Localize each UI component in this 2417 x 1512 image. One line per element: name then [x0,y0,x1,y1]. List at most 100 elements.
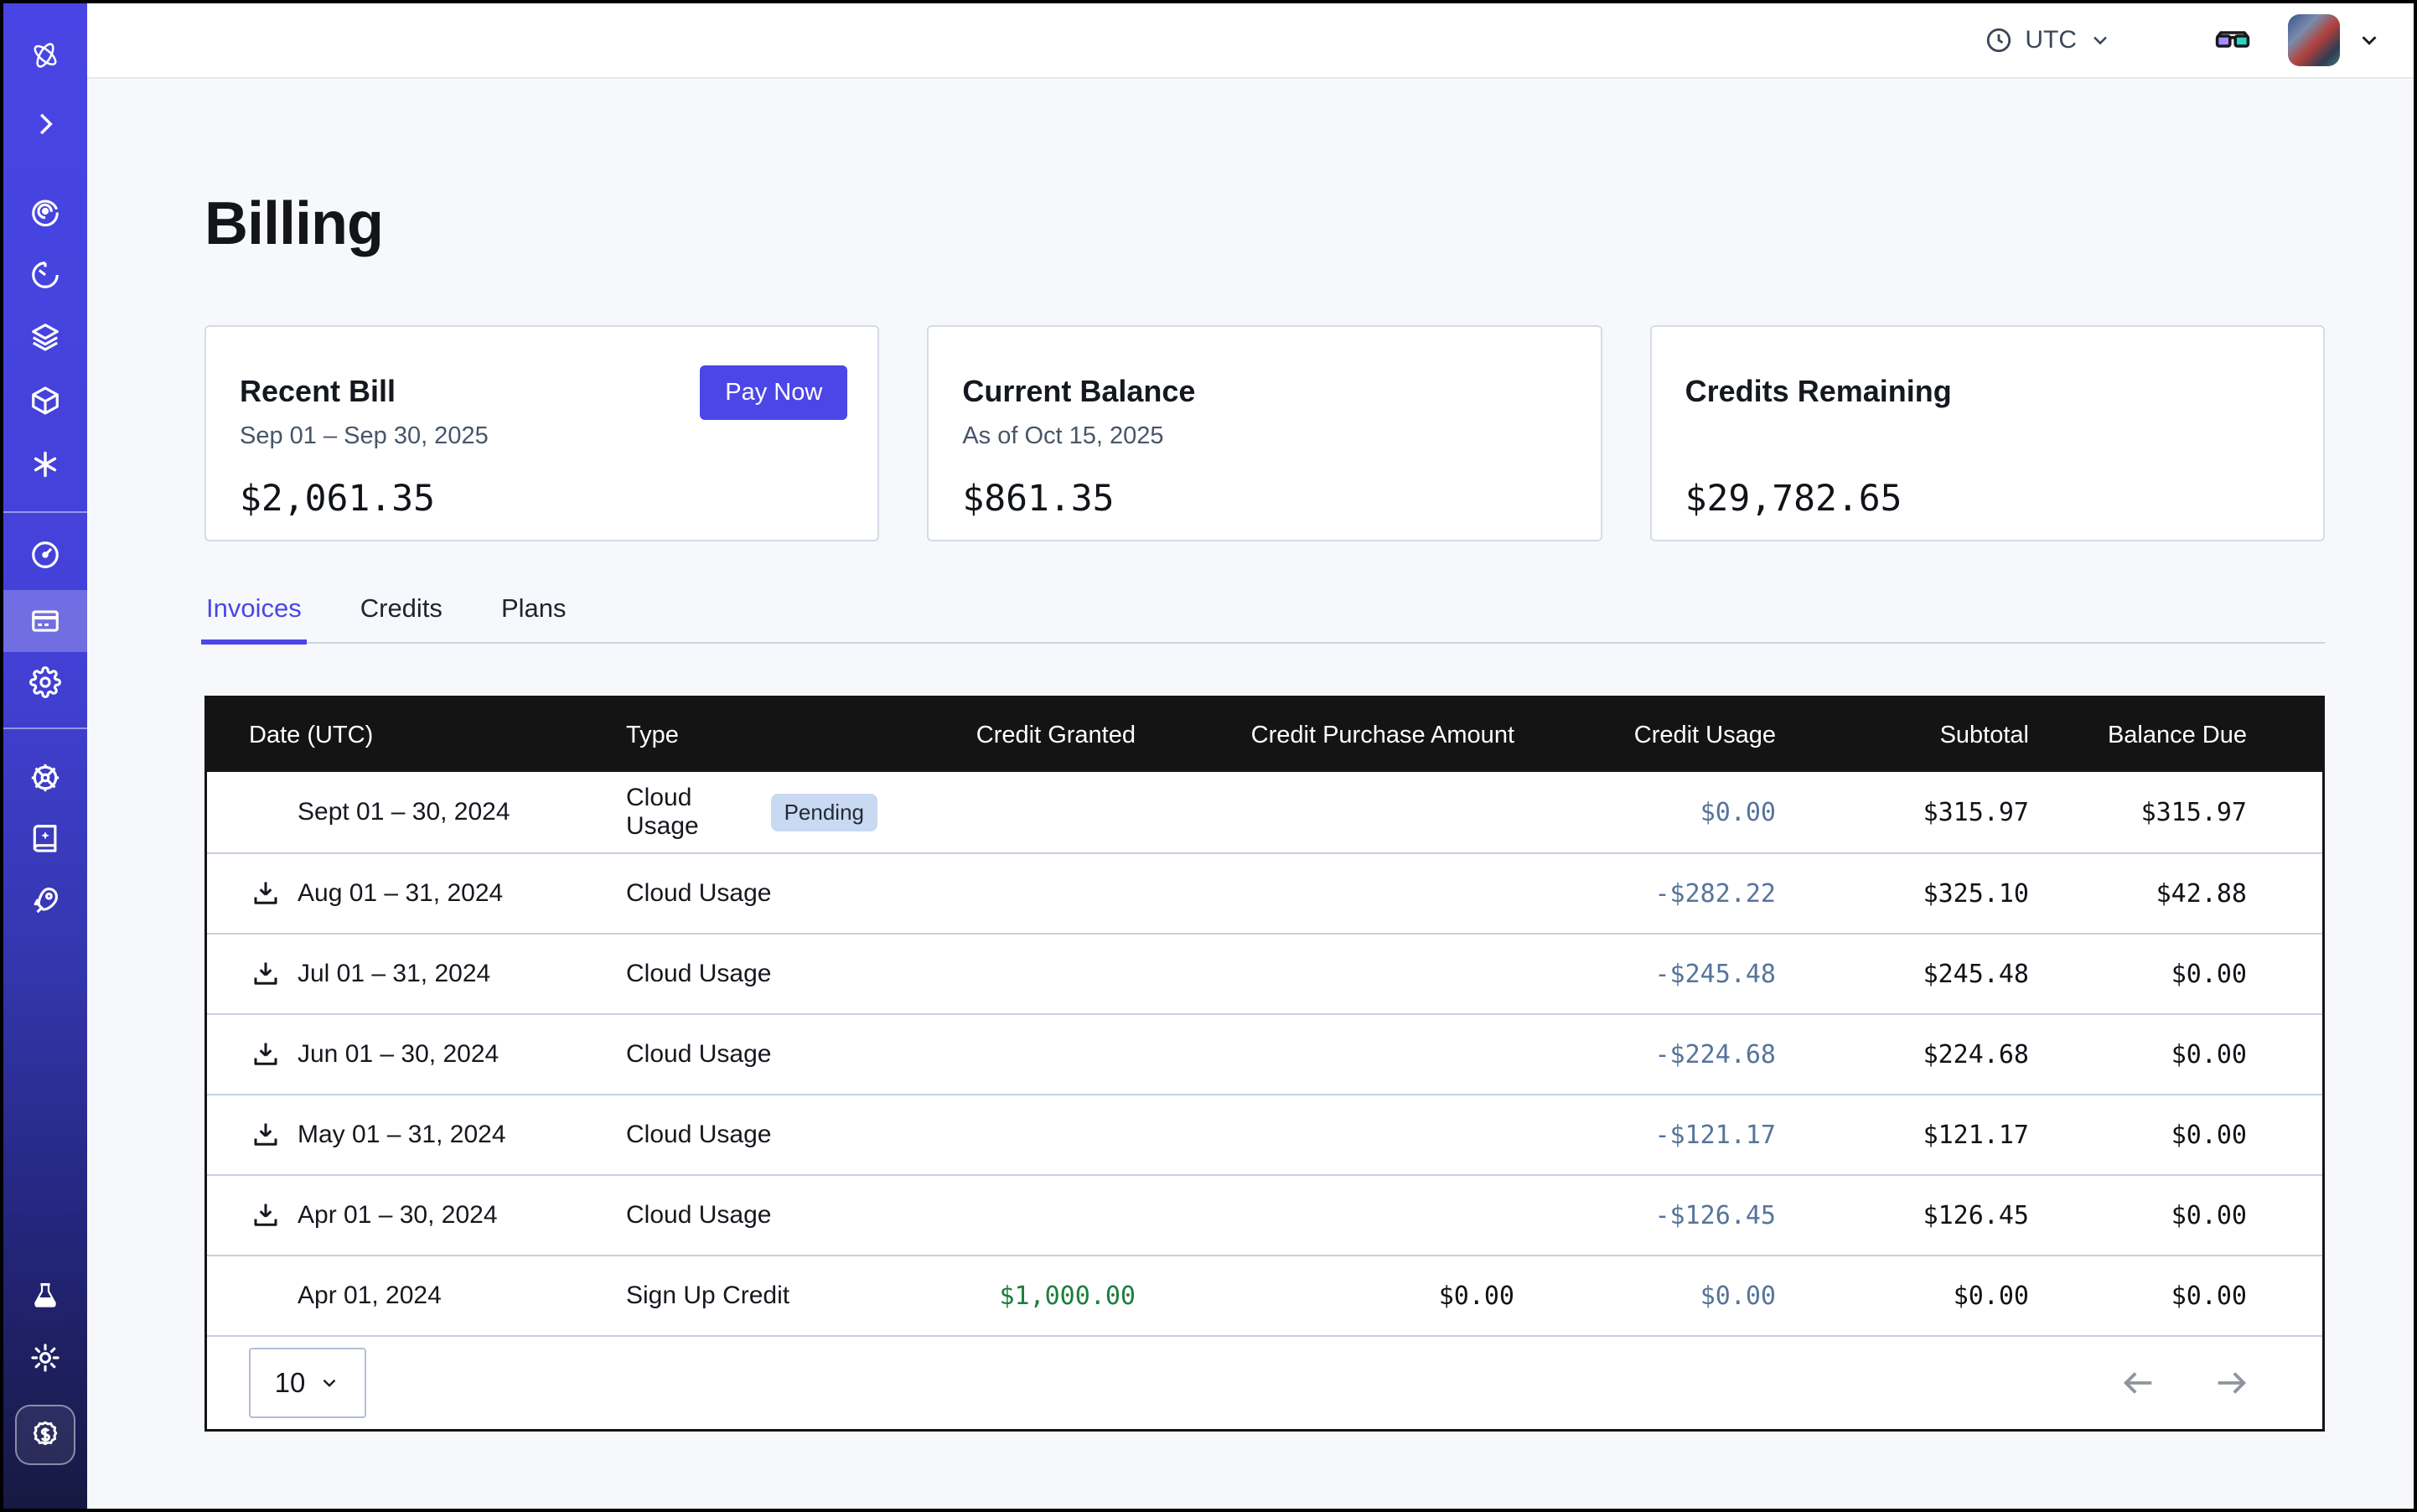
tab-plans[interactable]: Plans [499,593,568,642]
status-badge: Pending [771,794,877,831]
subtotal-value: $224.68 [1776,1040,2029,1069]
table-row: Apr 01 – 30, 2024 Cloud Usage -$126.45 $… [207,1174,2322,1255]
chevron-down-icon [2088,28,2112,52]
sidebar-item-docs-book-icon[interactable] [27,820,64,857]
invoice-type: Sign Up Credit [626,1282,789,1310]
sidebar-item-asterisk-icon[interactable] [27,446,64,483]
credit-usage-value: $0.00 [1514,798,1776,827]
col-subtotal: Subtotal [1776,722,2029,749]
credit-usage-value: -$224.68 [1514,1040,1776,1069]
sidebar-item-timer-icon[interactable] [27,256,64,293]
invoice-period: May 01 – 31, 2024 [298,1121,506,1149]
balance-due-value: $315.97 [2029,798,2247,827]
sidebar-expand-chevron-icon[interactable] [27,106,64,142]
invoice-period: Aug 01 – 31, 2024 [298,879,503,908]
balance-due-value: $0.00 [2029,1121,2247,1150]
page-size-select[interactable]: 10 [249,1348,366,1418]
chevron-down-icon [318,1372,340,1394]
card-subtitle: Sep 01 – Sep 30, 2025 [240,422,844,456]
timezone-selector[interactable]: UTC [1985,26,2112,54]
sidebar-item-rocket-icon[interactable] [27,882,64,919]
summary-cards: Recent Bill Sep 01 – Sep 30, 2025 $2,061… [204,325,2325,541]
download-invoice-icon[interactable] [249,957,282,991]
credits-remaining-amount: $29,782.65 [1685,478,2290,520]
sidebar-item-cube-icon[interactable] [27,382,64,419]
previous-page-arrow-icon[interactable] [2119,1364,2158,1402]
sidebar-item-observe-icon[interactable] [27,193,64,230]
tab-invoices[interactable]: Invoices [204,593,303,642]
account-menu-chevron-icon[interactable] [2357,28,2382,53]
card-subtitle [1685,422,2290,456]
card-title: Credits Remaining [1685,374,2290,409]
invoice-type: Cloud Usage [626,1040,771,1069]
col-credit-purchase-amount: Credit Purchase Amount [1136,722,1514,749]
table-footer: 10 [207,1335,2322,1429]
sidebar-item-layers-icon[interactable] [27,318,64,355]
clock-icon [1985,26,2013,54]
download-invoice-icon[interactable] [249,877,282,910]
topbar: UTC [87,3,2414,79]
balance-due-value: $0.00 [2029,1201,2247,1230]
balance-due-value: $0.00 [2029,1040,2247,1069]
app-window: UTC Billing Recent Bill Sep 01 – Sep 30,… [0,0,2417,1512]
page-size-value: 10 [275,1367,306,1399]
sidebar-item-usage-gauge-icon[interactable] [27,536,64,573]
3d-glasses-icon[interactable] [2213,20,2253,60]
subtotal-value: $315.97 [1776,798,2029,827]
download-invoice-icon[interactable] [249,1118,282,1152]
sidebar-item-settings-gear-icon[interactable] [27,664,64,701]
credit-usage-value: -$245.48 [1514,960,1776,989]
credit-usage-value: -$126.45 [1514,1201,1776,1230]
col-credit-usage: Credit Usage [1514,722,1776,749]
invoice-period: Jun 01 – 30, 2024 [298,1040,499,1069]
timezone-label: UTC [2025,26,2077,54]
card-subtitle: As of Oct 15, 2025 [962,422,1566,456]
sidebar-item-billing-active[interactable] [3,590,87,652]
table-row: Apr 01, 2024 Sign Up Credit $1,000.00 $0… [207,1255,2322,1335]
invoice-type: Cloud Usage [626,1121,771,1149]
download-invoice-icon[interactable] [249,1199,282,1232]
sidebar-theme-sun-icon[interactable] [27,1339,64,1376]
table-header-row: Date (UTC) Type Credit Granted Credit Pu… [207,698,2322,772]
credit-usage-value: -$121.17 [1514,1121,1776,1150]
user-avatar[interactable] [2288,14,2340,66]
col-type: Type [626,722,877,749]
credit-purchase-value: $0.00 [1136,1282,1514,1311]
invoice-period: Apr 01 – 30, 2024 [298,1201,498,1230]
current-balance-card: Current Balance As of Oct 15, 2025 $861.… [927,325,1602,541]
table-row: Aug 01 – 31, 2024 Cloud Usage -$282.22 $… [207,852,2322,933]
credit-usage-value: -$282.22 [1514,879,1776,909]
invoice-period: Apr 01, 2024 [298,1282,442,1310]
subtotal-value: $245.48 [1776,960,2029,989]
pay-now-button[interactable]: Pay Now [700,365,847,420]
invoice-period: Sept 01 – 30, 2024 [298,798,510,826]
invoice-type: Cloud Usage [626,960,771,988]
invoice-type: Cloud Usage [626,1201,771,1230]
credits-dollar-badge-button[interactable] [15,1405,75,1465]
table-row: May 01 – 31, 2024 Cloud Usage -$121.17 $… [207,1094,2322,1174]
download-invoice-icon[interactable] [249,1038,282,1071]
subtotal-value: $121.17 [1776,1121,2029,1150]
sidebar-divider [3,511,87,513]
current-balance-amount: $861.35 [962,478,1566,520]
invoice-type: Cloud Usage [626,879,771,908]
table-row: Jul 01 – 31, 2024 Cloud Usage -$245.48 $… [207,933,2322,1013]
col-credit-granted: Credit Granted [877,722,1136,749]
col-balance-due: Balance Due [2029,722,2247,749]
invoice-period: Jul 01 – 31, 2024 [298,960,490,988]
balance-due-value: $42.88 [2029,879,2247,909]
sidebar-item-labs-flask-icon[interactable] [27,1277,64,1314]
billing-card-icon [27,603,64,639]
col-date: Date (UTC) [249,722,626,749]
recent-bill-amount: $2,061.35 [240,478,844,520]
main-content: Billing Recent Bill Sep 01 – Sep 30, 202… [87,79,2414,1509]
invoice-rows: Sept 01 – 30, 2024 Cloud Usage Pending $… [207,772,2322,1335]
sidebar-item-helm-wheel-icon[interactable] [27,759,64,796]
subtotal-value: $325.10 [1776,879,2029,909]
next-page-arrow-icon[interactable] [2212,1364,2250,1402]
table-row: Sept 01 – 30, 2024 Cloud Usage Pending $… [207,772,2322,852]
tab-credits[interactable]: Credits [359,593,444,642]
subtotal-value: $0.00 [1776,1282,2029,1311]
card-title: Current Balance [962,374,1566,409]
billing-tabs: Invoices Credits Plans [204,593,2325,644]
